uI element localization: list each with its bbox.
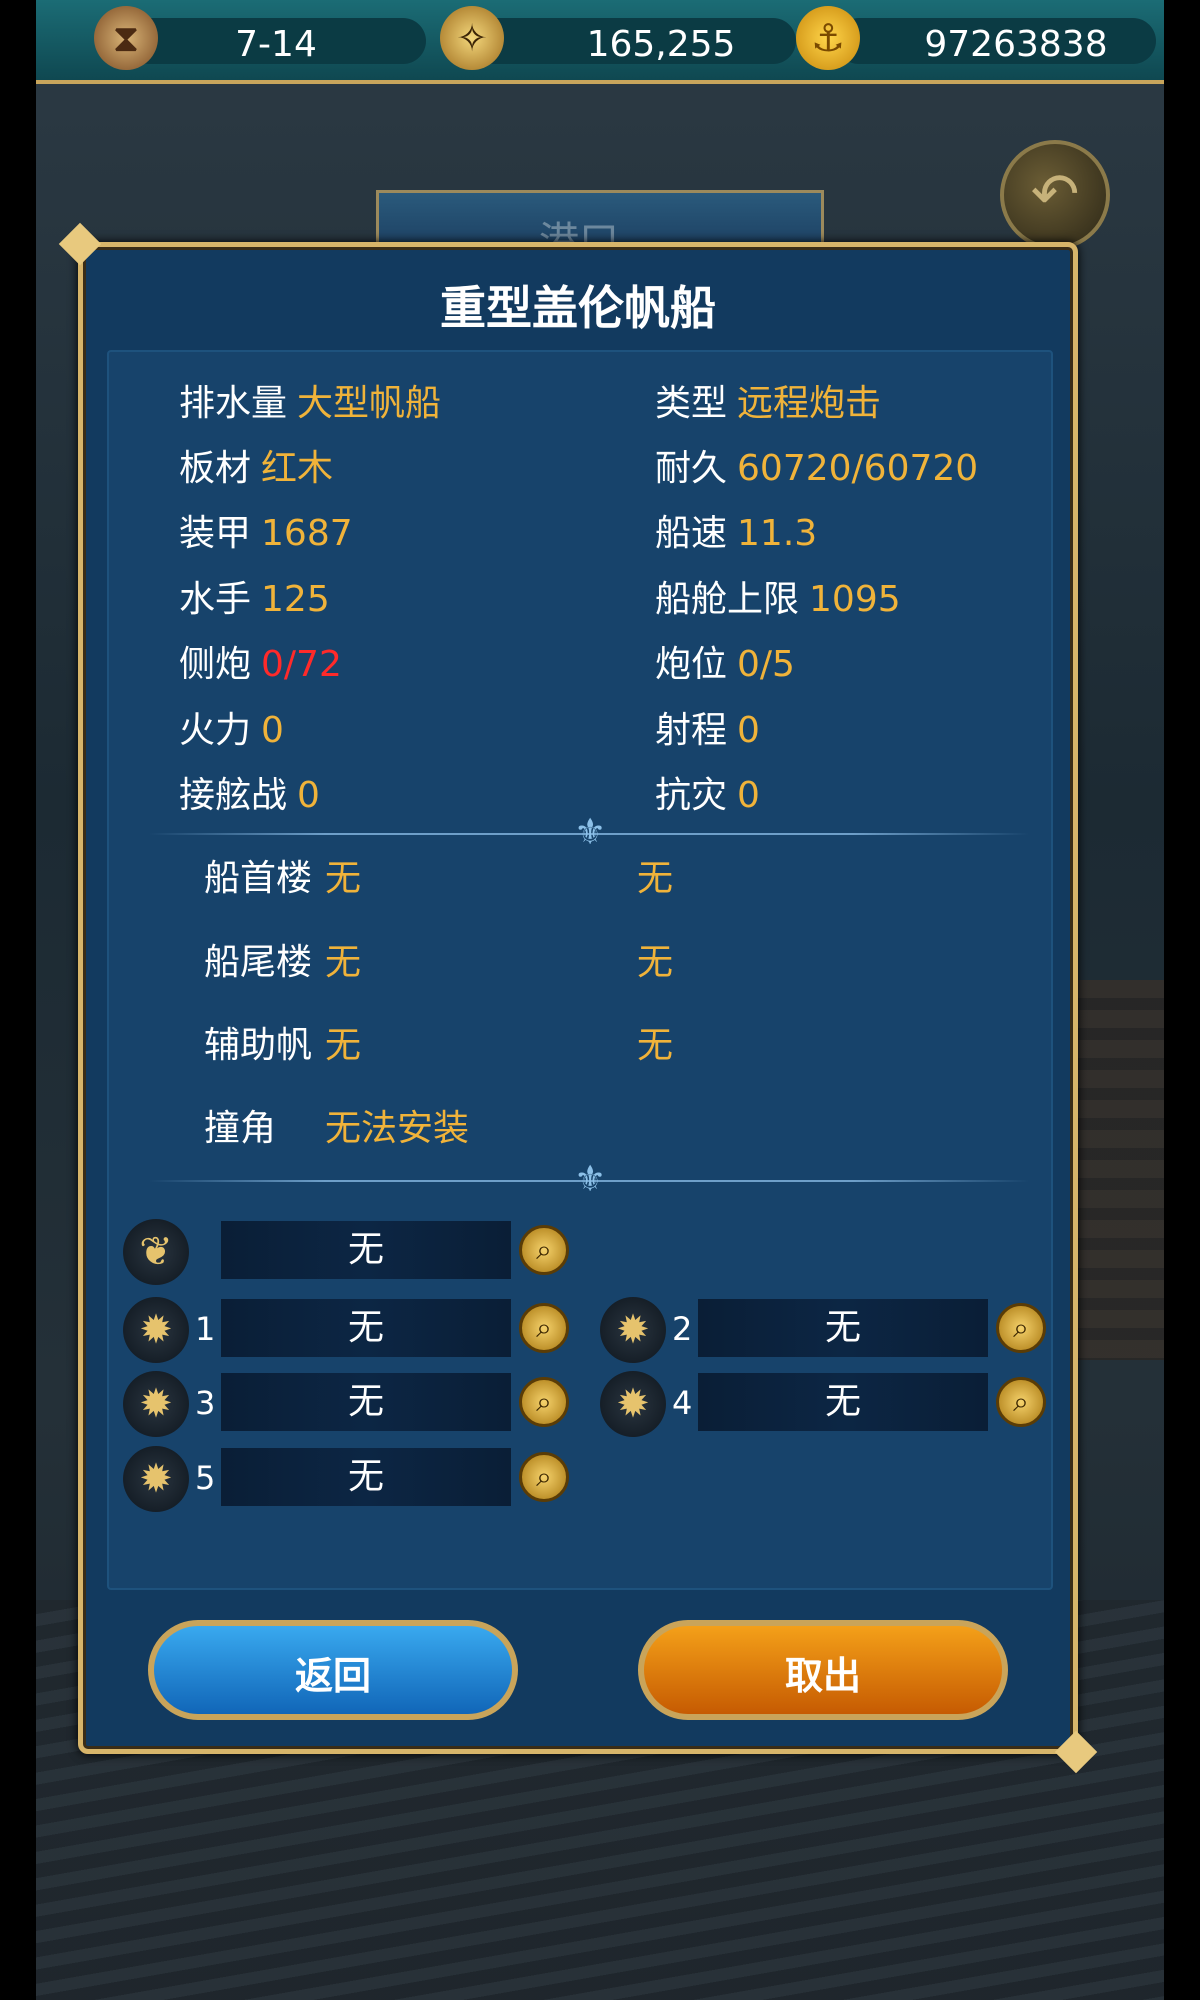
stat-label: 射程: [655, 710, 728, 751]
stat-broadside: 侧炮 0/72: [179, 635, 342, 687]
section-divider: ⚜: [149, 1160, 1029, 1200]
back-button[interactable]: 返回: [148, 1620, 518, 1720]
cannon-slot-number: 2: [672, 1310, 693, 1348]
stat-type: 类型 远程炮击: [655, 374, 881, 426]
fitting-aux-sail-label: 辅助帆: [204, 1025, 313, 1066]
stat-value: 0: [737, 775, 760, 816]
fitting-aux-sail-value-1[interactable]: 无: [325, 1016, 361, 1068]
compass-icon: ✧: [440, 6, 504, 70]
cannon-slot-3[interactable]: 无: [221, 1373, 511, 1431]
stat-plank: 板材 红木: [179, 439, 333, 491]
stat-value-alert: 0/72: [261, 644, 342, 685]
stat-value: 11.3: [737, 513, 818, 554]
cannon-slot-2-magnify-icon[interactable]: ⌕: [996, 1303, 1046, 1353]
stat-durability: 耐久 60720/60720: [655, 439, 978, 491]
fitting-sterncastle-label: 船尾楼: [204, 942, 313, 983]
fitting-ram-label: 撞角: [204, 1108, 277, 1149]
fame-display: 165,255: [466, 18, 796, 65]
stat-cargo-limit: 船舱上限 1095: [655, 570, 901, 622]
ship-name-title: 重型盖伦帆船: [440, 281, 716, 335]
stat-firepower: 火力 0: [179, 701, 284, 753]
stat-label: 船舱上限: [655, 579, 800, 620]
stat-speed: 船速 11.3: [655, 504, 817, 556]
stat-disaster-resist: 抗灾 0: [655, 766, 760, 818]
cannon-icon: ✹: [123, 1297, 189, 1363]
stat-value: 远程炮击: [737, 383, 882, 424]
cannon-slot-number: 5: [195, 1459, 216, 1497]
stat-displacement: 排水量 大型帆船: [179, 374, 441, 426]
date-value: 7-14: [235, 24, 317, 65]
cannon-slot-5[interactable]: 无: [221, 1448, 511, 1506]
cannon-slot-4-magnify-icon[interactable]: ⌕: [996, 1377, 1046, 1427]
stat-range: 射程 0: [655, 701, 760, 753]
cannon-slot-number: 3: [195, 1384, 216, 1422]
hourglass-icon: ⧗: [94, 6, 158, 70]
fitting-forecastle-label: 船首楼: [204, 858, 313, 899]
stat-cannon-slots: 炮位 0/5: [655, 635, 795, 687]
cannon-slot-1-magnify-icon[interactable]: ⌕: [519, 1303, 569, 1353]
ship-info-area: 排水量 大型帆船 板材 红木 装甲 1687 水手 125 侧炮 0/72 火力 0 接舷战…: [107, 350, 1053, 1590]
stat-armor: 装甲 1687: [179, 504, 353, 556]
stat-value: 大型帆船: [297, 383, 442, 424]
stat-label: 船速: [655, 513, 728, 554]
cannon-icon: ✹: [600, 1297, 666, 1363]
stat-label: 类型: [655, 383, 728, 424]
town-silhouette: [1064, 980, 1164, 1360]
stat-value: 125: [261, 579, 330, 620]
cannon-icon: ✹: [600, 1371, 666, 1437]
stat-label: 耐久: [655, 448, 728, 489]
ship-details-dialog: 重型盖伦帆船 排水量 大型帆船 板材 红木 装甲 1687 水手 125 侧炮 0/72 …: [78, 242, 1078, 1754]
gold-coin-icon: ⚓: [796, 6, 860, 70]
stat-value: 0: [261, 710, 284, 751]
cannon-slot-4[interactable]: 无: [698, 1373, 988, 1431]
divider-ornament-icon: ⚜: [574, 1159, 607, 1200]
stat-value: 红木: [261, 448, 334, 489]
stat-label: 水手: [179, 579, 252, 620]
stat-label: 火力: [179, 710, 252, 751]
stat-value: 0/5: [737, 644, 795, 685]
stat-sailors: 水手 125: [179, 570, 330, 622]
stat-label: 接舷战: [179, 775, 288, 816]
stat-label: 装甲: [179, 513, 252, 554]
cannon-slot-5-magnify-icon[interactable]: ⌕: [519, 1452, 569, 1502]
gold-value: 97263838: [924, 24, 1108, 65]
take-out-button[interactable]: 取出: [638, 1620, 1008, 1720]
fame-value: 165,255: [586, 24, 736, 65]
cannon-slot-2[interactable]: 无: [698, 1299, 988, 1357]
stat-label: 排水量: [179, 383, 288, 424]
gold-display: 97263838: [836, 18, 1156, 65]
divider-ornament-icon: ⚜: [574, 812, 607, 853]
fitting-forecastle-value-1[interactable]: 无: [325, 849, 361, 901]
cannon-icon: ✹: [123, 1371, 189, 1437]
sail-slot[interactable]: 无: [221, 1221, 511, 1279]
stat-value: 1095: [809, 579, 901, 620]
stat-value: 60720/60720: [737, 448, 979, 489]
cannon-slot-number: 4: [672, 1384, 693, 1422]
fitting-forecastle-value-2[interactable]: 无: [637, 849, 673, 901]
fitting-ram-value: 无法安装: [325, 1108, 470, 1149]
fitting-aux-sail-value-2[interactable]: 无: [637, 1016, 673, 1068]
stat-value: 1687: [261, 513, 353, 554]
stat-label: 板材: [179, 448, 252, 489]
stat-value: 0: [297, 775, 320, 816]
cannon-slot-3-magnify-icon[interactable]: ⌕: [519, 1377, 569, 1427]
stat-boarding: 接舷战 0: [179, 766, 320, 818]
cannon-icon: ✹: [123, 1446, 189, 1512]
fitting-sterncastle-value-1[interactable]: 无: [325, 933, 361, 985]
section-divider: ⚜: [149, 813, 1029, 853]
stat-value: 0: [737, 710, 760, 751]
cannon-slot-1[interactable]: 无: [221, 1299, 511, 1357]
stat-label: 炮位: [655, 644, 728, 685]
stat-label: 抗灾: [655, 775, 728, 816]
sail-wing-icon: ❦: [123, 1219, 189, 1285]
fitting-sterncastle-value-2[interactable]: 无: [637, 933, 673, 985]
sail-slot-magnify-icon[interactable]: ⌕: [519, 1225, 569, 1275]
back-arrow-icon[interactable]: ↶: [1000, 140, 1110, 250]
date-display: 7-14: [126, 18, 426, 65]
resource-bar: 7-14 ⧗ 165,255 ✧ 97263838 ⚓: [36, 0, 1164, 84]
cannon-slot-number: 1: [195, 1310, 216, 1348]
stat-label: 侧炮: [179, 644, 252, 685]
